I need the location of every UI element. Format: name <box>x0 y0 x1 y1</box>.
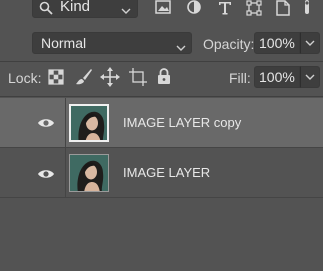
fill-value: 100% <box>259 69 295 85</box>
fill-label: Fill: <box>229 70 251 86</box>
layer-name: IMAGE LAYER <box>123 165 211 180</box>
blend-mode-label: Normal <box>41 35 87 51</box>
layers-empty-area[interactable] <box>0 199 323 271</box>
opacity-input[interactable]: 100% <box>254 32 300 54</box>
chevron-down-icon <box>176 39 186 57</box>
visibility-toggle[interactable] <box>0 148 54 198</box>
visibility-toggle[interactable] <box>0 98 54 148</box>
chevron-down-icon <box>121 2 131 20</box>
opacity-value: 100% <box>259 35 295 51</box>
smart-object-filter-icon[interactable] <box>276 0 294 18</box>
layer-row-image-layer-copy[interactable]: IMAGE LAYER copy <box>0 98 323 148</box>
fill-input[interactable]: 100% <box>254 66 300 88</box>
lock-position-icon[interactable] <box>100 67 120 87</box>
shape-filter-icon[interactable] <box>246 0 264 18</box>
opacity-dropdown-button[interactable] <box>300 32 320 54</box>
lock-all-icon[interactable] <box>157 68 175 86</box>
layer-thumbnail[interactable] <box>69 104 109 142</box>
fill-dropdown-button[interactable] <box>300 66 320 88</box>
layers-panel: Kind Normal Opacity: 100% Lock: Fill: 10… <box>0 0 323 271</box>
lock-image-pixels-icon[interactable] <box>75 68 93 86</box>
filter-kind-label: Kind <box>60 0 91 15</box>
filter-kind-select[interactable]: Kind <box>32 0 138 18</box>
search-icon <box>39 1 53 20</box>
image-filter-icon[interactable] <box>155 0 173 18</box>
opacity-label: Opacity: <box>203 36 255 52</box>
lock-label: Lock: <box>8 70 42 86</box>
layer-thumbnail[interactable] <box>69 154 109 192</box>
divider <box>65 148 66 198</box>
blend-mode-select[interactable]: Normal <box>32 32 192 54</box>
lock-transparent-pixels-icon[interactable] <box>48 69 66 87</box>
layer-name: IMAGE LAYER copy <box>123 115 242 130</box>
filter-toggle-icon[interactable] <box>302 0 322 18</box>
divider <box>65 98 66 148</box>
type-filter-icon[interactable] <box>217 0 235 18</box>
divider <box>0 96 323 97</box>
layer-filter-bar: Kind <box>0 0 323 24</box>
layer-row-image-layer[interactable]: IMAGE LAYER <box>0 148 323 198</box>
lock-artboard-icon[interactable] <box>128 68 148 86</box>
adjustment-filter-icon[interactable] <box>186 0 204 18</box>
divider <box>0 61 323 62</box>
